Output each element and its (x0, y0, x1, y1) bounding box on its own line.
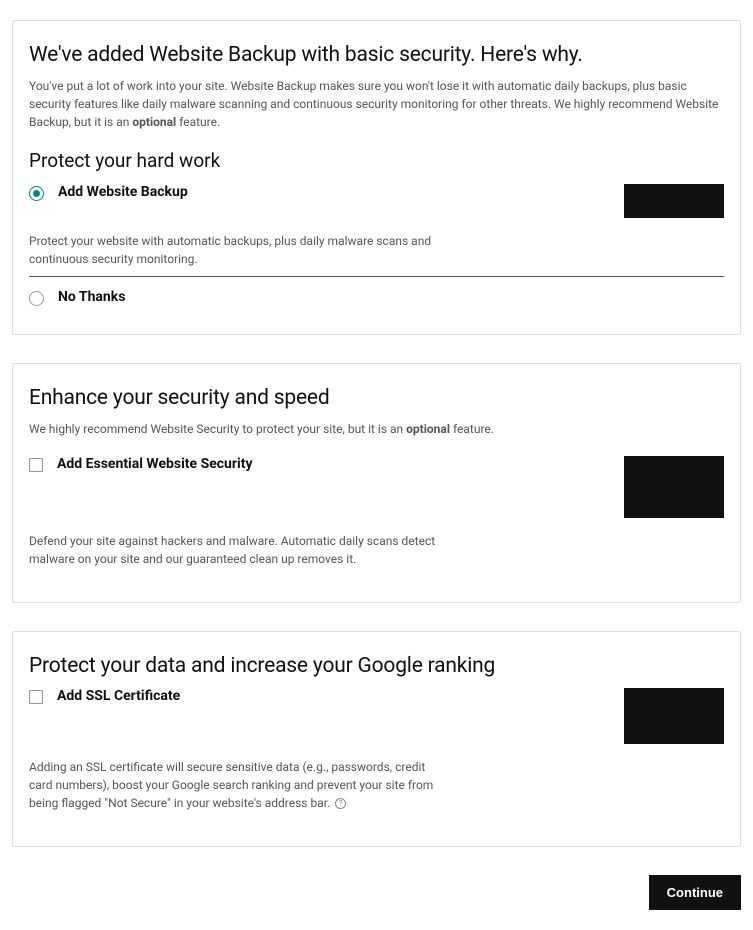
website-security-card: Enhance your security and speed We highl… (12, 363, 741, 603)
divider (29, 276, 724, 277)
option-description: Defend your site against hackers and mal… (29, 532, 449, 568)
price-block (624, 688, 724, 744)
option-add-backup: Add Website Backup Protect your website … (29, 184, 724, 268)
card-title: Protect your data and increase your Goog… (29, 654, 724, 678)
desc-bold: optional (406, 422, 450, 436)
radio-add-backup[interactable] (29, 186, 44, 201)
desc-bold: optional (132, 115, 176, 129)
checkbox-add-ssl[interactable] (29, 690, 43, 704)
option-description: Protect your website with automatic back… (29, 232, 449, 268)
info-icon[interactable]: ? (335, 798, 346, 809)
price-block (624, 456, 724, 518)
desc-text: We highly recommend Website Security to … (29, 422, 406, 436)
card-subhead: Protect your hard work (29, 149, 724, 172)
continue-wrap: Continue (12, 875, 741, 910)
price-block (624, 184, 724, 218)
option-no-thanks: No Thanks (29, 289, 724, 306)
card-description: You've put a lot of work into your site.… (29, 77, 724, 131)
desc-text: Adding an SSL certificate will secure se… (29, 760, 433, 810)
option-add-security: Add Essential Website Security Defend yo… (29, 456, 724, 568)
card-title: We've added Website Backup with basic se… (29, 43, 724, 67)
option-add-ssl: Add SSL Certificate Adding an SSL certif… (29, 688, 724, 812)
continue-button[interactable]: Continue (649, 875, 741, 910)
card-description: We highly recommend Website Security to … (29, 420, 724, 438)
option-label[interactable]: Add SSL Certificate (57, 688, 180, 704)
website-backup-card: We've added Website Backup with basic se… (12, 20, 741, 335)
option-label[interactable]: No Thanks (58, 289, 125, 305)
ssl-certificate-card: Protect your data and increase your Goog… (12, 631, 741, 847)
desc-text: feature. (450, 422, 494, 436)
desc-text: feature. (176, 115, 220, 129)
option-label[interactable]: Add Essential Website Security (57, 456, 253, 472)
card-title: Enhance your security and speed (29, 386, 724, 410)
radio-no-thanks[interactable] (29, 291, 44, 306)
option-description: Adding an SSL certificate will secure se… (29, 758, 449, 812)
checkbox-add-security[interactable] (29, 458, 43, 472)
option-label[interactable]: Add Website Backup (58, 184, 188, 200)
